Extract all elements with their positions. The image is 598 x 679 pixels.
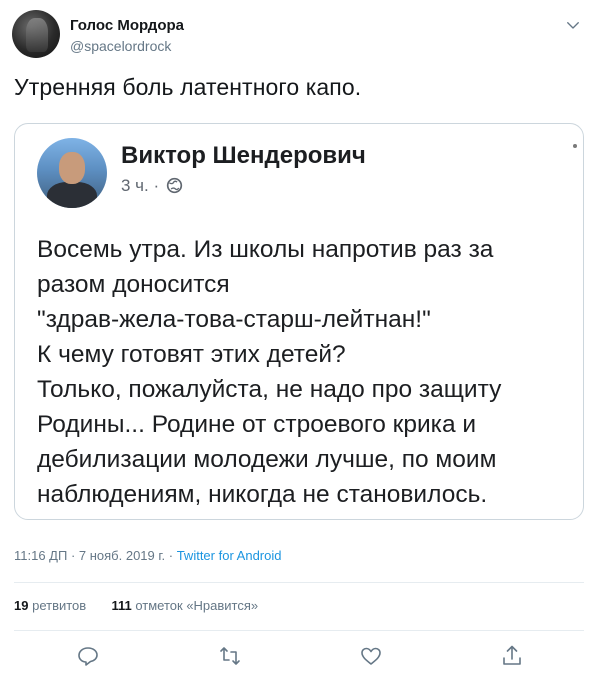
author-avatar[interactable] <box>12 10 60 58</box>
likes-label: отметок «Нравится» <box>135 598 259 613</box>
likes-count: 111 <box>111 598 132 613</box>
globe-icon <box>166 177 183 194</box>
post-author-name: Виктор Шендерович <box>121 142 366 169</box>
post-line: "здрав-жела-това-старш-лейтнан!" <box>37 306 431 333</box>
source-link[interactable]: Twitter for Android <box>177 548 282 563</box>
retweet-icon[interactable] <box>218 644 242 668</box>
reply-icon[interactable] <box>76 644 100 668</box>
post-body: Восемь утра. Из школы напротив раз за ра… <box>37 232 573 512</box>
post-author-avatar <box>37 138 107 208</box>
divider <box>14 582 584 583</box>
post-separator: · <box>153 176 160 195</box>
post-line: наблюдениям, никогда не становилось. <box>37 481 488 508</box>
post-line: дебилизации молодежи лучше, по моим <box>37 446 497 473</box>
like-icon[interactable] <box>359 644 383 668</box>
retweets-stat[interactable]: 19 ретвитов <box>14 598 86 613</box>
retweets-count: 19 <box>14 598 29 613</box>
post-line: разом доносится <box>37 271 230 298</box>
tweet-text: Утренняя боль латентного капо. <box>14 74 362 100</box>
likes-stat[interactable]: 111 отметок «Нравится» <box>111 598 258 613</box>
retweets-label: ретвитов <box>32 598 87 613</box>
divider <box>14 630 584 631</box>
post-meta: 3 ч. · <box>121 176 183 196</box>
post-menu-dot <box>573 144 577 148</box>
chevron-down-icon[interactable] <box>564 16 582 34</box>
share-icon[interactable] <box>500 644 524 668</box>
tweet-header: Голос Мордора @spacelordrock <box>12 10 586 60</box>
tweet-stats: 19 ретвитов 111 отметок «Нравится» <box>14 598 258 613</box>
timestamp-text[interactable]: 11:16 ДП · 7 нояб. 2019 г. · <box>14 548 177 563</box>
tweet-timestamp: 11:16 ДП · 7 нояб. 2019 г. · Twitter for… <box>14 548 281 563</box>
author-handle[interactable]: @spacelordrock <box>70 38 171 54</box>
author-name[interactable]: Голос Мордора <box>70 17 184 34</box>
post-time: 3 ч. <box>121 176 149 195</box>
post-line: Родины... Родине от строевого крика и <box>37 411 477 438</box>
embedded-image[interactable]: Виктор Шендерович 3 ч. · Восемь утра. Из… <box>14 123 584 520</box>
post-line: Восемь утра. Из школы напротив раз за <box>37 236 494 263</box>
post-line: Только, пожалуйста, не надо про защиту <box>37 376 502 403</box>
tweet-actions <box>14 642 584 670</box>
post-line: К чему готовят этих детей? <box>37 341 346 368</box>
